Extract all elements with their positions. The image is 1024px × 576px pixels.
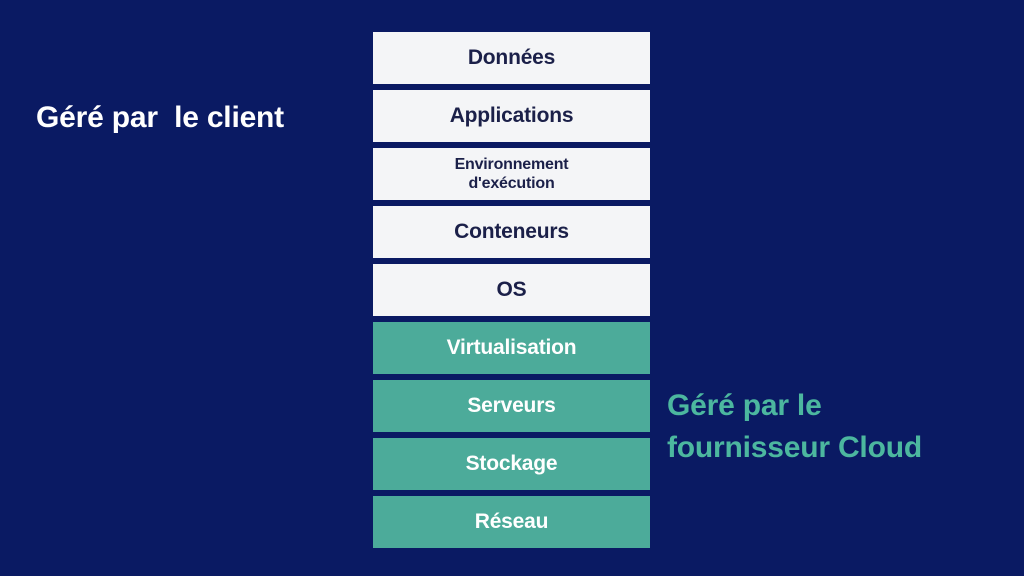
layer-label: Virtualisation bbox=[446, 336, 577, 359]
layer-box-provider[interactable]: Stockage bbox=[373, 438, 650, 490]
layer-box-customer[interactable]: Données bbox=[373, 32, 650, 84]
cloud-responsibility-diagram: Géré par le client Données Applications En… bbox=[0, 0, 1024, 576]
layer-label: Stockage bbox=[465, 452, 558, 475]
layer-label: Applications bbox=[449, 104, 574, 127]
layer-box-provider[interactable]: Serveurs bbox=[373, 380, 650, 432]
layer-label: Environnement d'exécution bbox=[454, 156, 569, 192]
layer-box-customer[interactable]: Environnement d'exécution bbox=[373, 148, 650, 200]
layer-box-provider[interactable]: Réseau bbox=[373, 496, 650, 548]
caption-provider-line-2: fournisseur Cloud bbox=[667, 431, 922, 464]
layer-label: Conteneurs bbox=[454, 220, 569, 243]
layer-label: Données bbox=[467, 46, 556, 69]
caption-provider-line-1: Géré par le bbox=[667, 389, 822, 422]
layer-label: OS bbox=[496, 278, 527, 301]
layer-stack: Données Applications Environnement d'exécu… bbox=[373, 32, 650, 548]
layer-box-customer[interactable]: Applications bbox=[373, 90, 650, 142]
layer-box-customer[interactable]: Conteneurs bbox=[373, 206, 650, 258]
layer-box-provider[interactable]: Virtualisation bbox=[373, 322, 650, 374]
layer-box-customer[interactable]: OS bbox=[373, 264, 650, 316]
caption-managed-by-customer: Géré par le client bbox=[36, 101, 284, 134]
layer-label: Serveurs bbox=[467, 394, 556, 417]
caption-managed-by-provider: Géré par le fournisseur Cloud bbox=[667, 385, 1007, 469]
layer-label: Réseau bbox=[474, 510, 549, 533]
